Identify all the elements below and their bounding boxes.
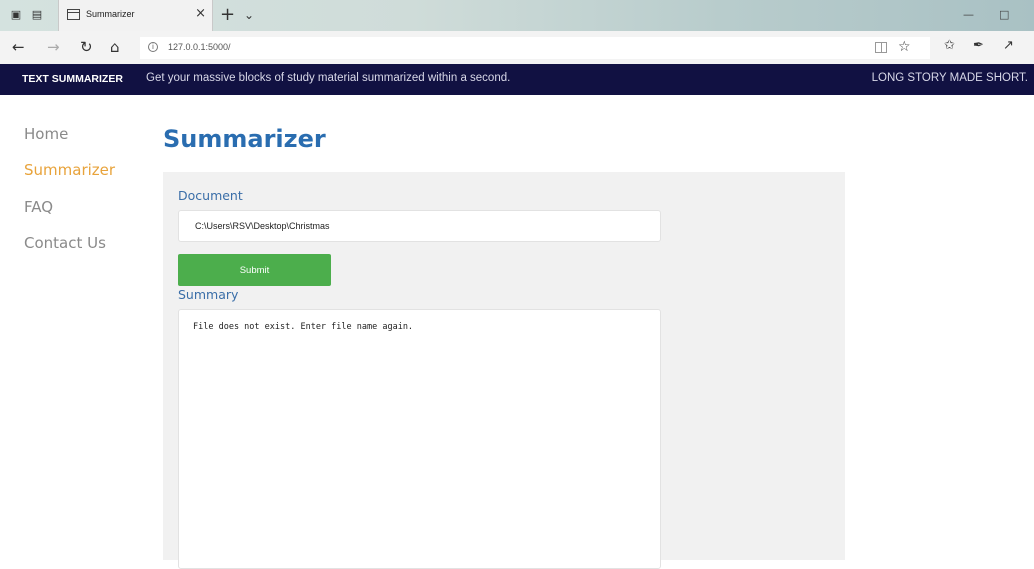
- back-icon[interactable]: ←: [12, 39, 25, 56]
- sidebar-item-faq[interactable]: FAQ: [24, 198, 53, 216]
- url-text: 127.0.0.1:5000/: [168, 42, 231, 52]
- summary-label: Summary: [178, 287, 239, 302]
- tab-close-icon[interactable]: ×: [195, 7, 206, 21]
- pen-icon[interactable]: ✒: [973, 38, 984, 54]
- share-icon[interactable]: ↗: [1003, 38, 1014, 54]
- sidebar-item-home[interactable]: Home: [24, 125, 68, 143]
- sidebar-item-summarizer[interactable]: Summarizer: [24, 161, 115, 179]
- new-tab-icon[interactable]: +: [220, 5, 235, 25]
- favorites-icon[interactable]: ✩: [944, 38, 955, 54]
- document-label: Document: [178, 188, 243, 203]
- browser-tab[interactable]: Summarizer ×: [58, 0, 213, 31]
- summary-output[interactable]: File does not exist. Enter file name aga…: [178, 309, 661, 569]
- submit-button[interactable]: Submit: [178, 254, 331, 286]
- site-tagline: Get your massive blocks of study materia…: [146, 72, 511, 84]
- url-field[interactable]: i 127.0.0.1:5000/ ☆: [140, 37, 930, 59]
- summarizer-form-panel: Document Submit Summary File does not ex…: [163, 172, 845, 569]
- favorite-star-icon[interactable]: ☆: [898, 38, 911, 56]
- info-icon[interactable]: i: [148, 42, 158, 52]
- sidebar-item-contact-us[interactable]: Contact Us: [24, 234, 106, 252]
- home-icon[interactable]: ⌂: [110, 39, 120, 56]
- site-slogan: LONG STORY MADE SHORT.: [871, 72, 1028, 84]
- reading-view-icon[interactable]: [875, 42, 887, 53]
- address-bar-row: ← → ↻ ⌂ i 127.0.0.1:5000/ ☆ ✩ ✒ ↗: [0, 31, 1034, 64]
- tab-set-aside-icon[interactable]: ▣: [9, 8, 23, 22]
- site-header: TEXT SUMMARIZER Get your massive blocks …: [0, 64, 1034, 95]
- refresh-icon[interactable]: ↻: [80, 39, 93, 56]
- page-title: Summarizer: [163, 125, 326, 153]
- minimize-icon[interactable]: —: [963, 8, 974, 22]
- browser-tab-bar: ▣ ▤ Summarizer × + ⌄ — □: [0, 0, 1034, 31]
- document-input[interactable]: [178, 210, 661, 242]
- site-brand[interactable]: TEXT SUMMARIZER: [22, 73, 123, 85]
- page-icon: [67, 9, 80, 20]
- tab-title: Summarizer: [86, 9, 135, 19]
- tab-dropdown-icon[interactable]: ⌄: [244, 7, 254, 23]
- forward-icon[interactable]: →: [47, 39, 60, 56]
- tab-preview-icon[interactable]: ▤: [30, 8, 44, 22]
- restore-icon[interactable]: □: [999, 8, 1009, 22]
